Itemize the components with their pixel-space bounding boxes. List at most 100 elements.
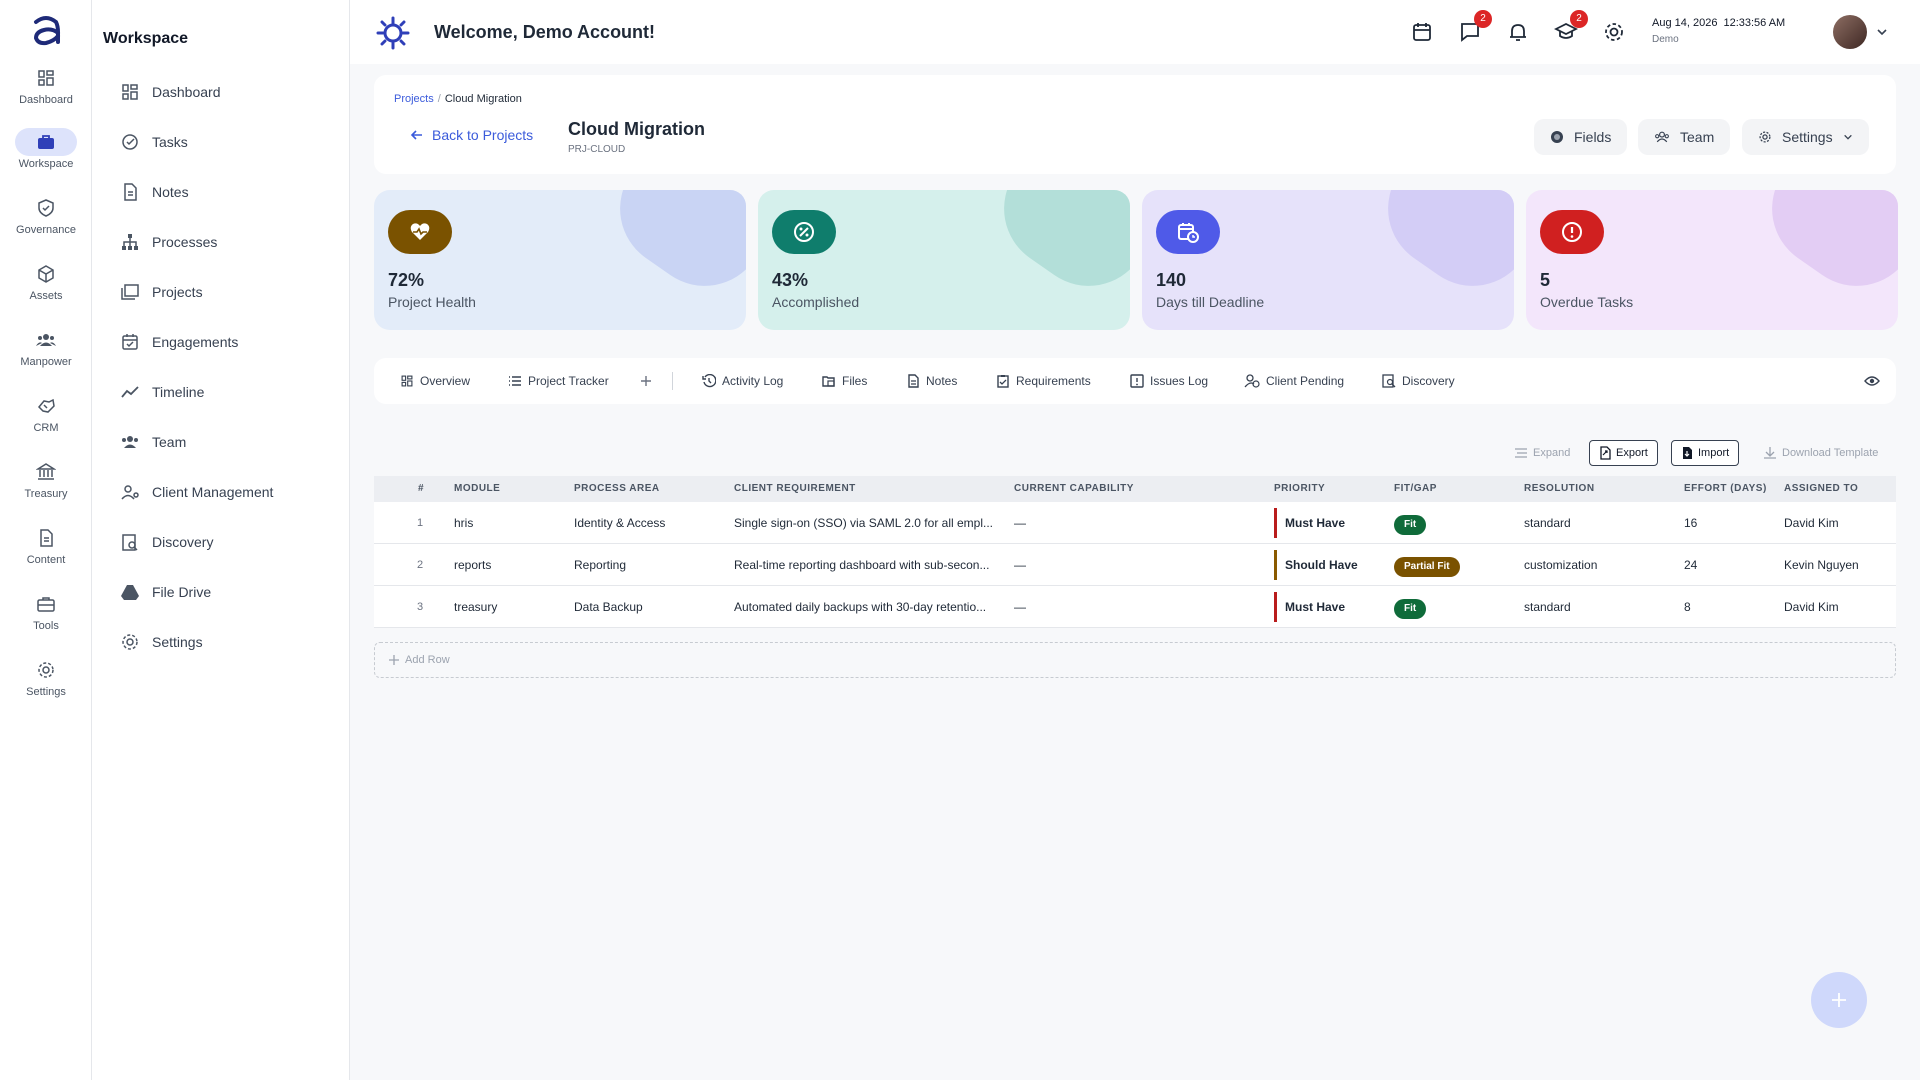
rail-item-treasury[interactable]: Treasury [0, 458, 92, 514]
column-header[interactable]: EFFORT (DAYS) [1684, 476, 1767, 502]
sidebar-item-settings[interactable]: Settings [120, 628, 203, 656]
add-tab-button[interactable] [640, 358, 658, 404]
cell-priority[interactable]: Must Have [1274, 508, 1384, 538]
learning-button[interactable]: 2 [1553, 10, 1588, 44]
cell-client-requirement[interactable]: Automated daily backups with 30-day rete… [734, 586, 994, 628]
cell-effort[interactable]: 24 [1684, 544, 1774, 586]
cell-fit-gap[interactable]: Fit [1394, 502, 1514, 544]
sidebar-item-client-management[interactable]: Client Management [120, 478, 273, 506]
rail-item-workspace[interactable]: Workspace [0, 128, 92, 184]
cell-client-requirement[interactable]: Real-time reporting dashboard with sub-s… [734, 544, 994, 586]
sidebar-item-discovery[interactable]: Discovery [120, 528, 213, 556]
rail-item-assets[interactable]: Assets [0, 260, 92, 316]
table-row[interactable]: 2 reports Reporting Real-time reporting … [374, 544, 1896, 586]
rail-item-governance[interactable]: Governance [0, 194, 92, 250]
rail-item-dashboard[interactable]: Dashboard [0, 64, 92, 120]
table-row[interactable]: 1 hris Identity & Access Single sign-on … [374, 502, 1896, 544]
column-header[interactable]: CURRENT CAPABILITY [1014, 476, 1134, 502]
expand-lines-icon [1515, 448, 1527, 458]
settings-dropdown-button[interactable]: Settings [1742, 119, 1869, 155]
cell-process-area[interactable]: Identity & Access [574, 502, 724, 544]
stat-card-accomplished: 43% Accomplished [758, 190, 1130, 330]
cell-priority[interactable]: Must Have [1274, 592, 1384, 622]
chevron-down-icon[interactable] [1876, 26, 1888, 38]
table-row[interactable]: 3 treasury Data Backup Automated daily b… [374, 586, 1896, 628]
tab-requirements[interactable]: Requirements [996, 358, 1091, 404]
sidebar-item-timeline[interactable]: Timeline [120, 378, 204, 406]
percent-icon [772, 210, 836, 254]
cell-module[interactable]: reports [454, 544, 564, 586]
cell-current-capability[interactable]: — [1014, 544, 1254, 586]
expand-button[interactable]: Expand [1514, 440, 1570, 466]
tab-client-pending[interactable]: Client Pending [1244, 358, 1344, 404]
toggle-visibility-button[interactable] [1864, 358, 1886, 404]
cell-fit-gap[interactable]: Partial Fit [1394, 544, 1514, 586]
settings-label: Settings [1782, 129, 1833, 145]
cell-resolution[interactable]: standard [1524, 502, 1674, 544]
column-header[interactable]: MODULE [454, 476, 500, 502]
notifications-button[interactable] [1506, 20, 1530, 44]
tab-discovery[interactable]: Discovery [1382, 358, 1455, 404]
rail-item-content[interactable]: Content [0, 524, 92, 580]
cell-current-capability[interactable]: — [1014, 502, 1254, 544]
column-header[interactable]: PROCESS AREA [574, 476, 660, 502]
messages-badge: 2 [1474, 10, 1492, 28]
column-header[interactable]: RESOLUTION [1524, 476, 1595, 502]
tab-issues-log[interactable]: Issues Log [1130, 358, 1208, 404]
people-icon [15, 326, 77, 354]
fields-button[interactable]: Fields [1534, 119, 1628, 155]
cell-resolution[interactable]: customization [1524, 544, 1674, 586]
cell-resolution[interactable]: standard [1524, 586, 1674, 628]
cell-effort[interactable]: 16 [1684, 502, 1774, 544]
messages-button[interactable]: 2 [1458, 10, 1492, 44]
floating-add-button[interactable] [1811, 972, 1867, 1028]
sidebar-item-file-drive[interactable]: File Drive [120, 578, 211, 606]
sidebar-item-engagements[interactable]: Engagements [120, 328, 238, 356]
back-to-projects-link[interactable]: Back to Projects [410, 127, 533, 143]
rail-item-tools[interactable]: Tools [0, 590, 92, 646]
cell-process-area[interactable]: Data Backup [574, 586, 724, 628]
tab-activity-log[interactable]: Activity Log [702, 358, 783, 404]
tab-notes[interactable]: Notes [906, 358, 957, 404]
column-header[interactable]: FIT/GAP [1394, 476, 1437, 502]
export-button[interactable]: Export [1589, 440, 1658, 466]
cell-effort[interactable]: 8 [1684, 586, 1774, 628]
tab-project-tracker[interactable]: Project Tracker [508, 358, 609, 404]
sidebar-item-tasks[interactable]: Tasks [120, 128, 188, 156]
rail-item-crm[interactable]: CRM [0, 392, 92, 448]
app-logo-icon[interactable] [28, 12, 64, 48]
rail-label: Manpower [20, 356, 72, 368]
download-template-button[interactable]: Download Template [1763, 440, 1878, 466]
rail-item-settings[interactable]: Settings [0, 656, 92, 712]
sidebar-item-dashboard[interactable]: Dashboard [120, 78, 221, 106]
cell-current-capability[interactable]: — [1014, 586, 1254, 628]
cell-fit-gap[interactable]: Fit [1394, 586, 1514, 628]
tab-files[interactable]: Files [822, 358, 867, 404]
cell-assigned-to[interactable]: Kevin Nguyen [1784, 544, 1894, 586]
add-row-button[interactable]: Add Row [374, 642, 1896, 678]
fit-badge: Fit [1394, 599, 1427, 619]
cell-process-area[interactable]: Reporting [574, 544, 724, 586]
sidebar-item-projects[interactable]: Projects [120, 278, 203, 306]
tab-overview[interactable]: Overview [400, 358, 470, 404]
cell-module[interactable]: hris [454, 502, 564, 544]
breadcrumb-projects-link[interactable]: Projects [394, 93, 434, 105]
team-button[interactable]: Team [1638, 119, 1731, 155]
avatar[interactable] [1833, 15, 1867, 49]
cell-assigned-to[interactable]: David Kim [1784, 586, 1894, 628]
cell-priority[interactable]: Should Have [1274, 550, 1384, 580]
import-button[interactable]: Import [1671, 440, 1740, 466]
column-header[interactable]: ASSIGNED TO [1784, 476, 1858, 502]
stat-value: 72% [388, 270, 425, 290]
column-header[interactable]: CLIENT REQUIREMENT [734, 476, 856, 502]
sidebar-item-processes[interactable]: Processes [120, 228, 217, 256]
calendar-button[interactable] [1410, 20, 1434, 44]
cell-client-requirement[interactable]: Single sign-on (SSO) via SAML 2.0 for al… [734, 502, 994, 544]
settings-button[interactable] [1602, 20, 1626, 44]
column-header[interactable]: PRIORITY [1274, 476, 1325, 502]
cell-assigned-to[interactable]: David Kim [1784, 502, 1894, 544]
rail-item-manpower[interactable]: Manpower [0, 326, 92, 382]
sidebar-item-notes[interactable]: Notes [120, 178, 189, 206]
sidebar-item-team[interactable]: Team [120, 428, 186, 456]
cell-module[interactable]: treasury [454, 586, 564, 628]
